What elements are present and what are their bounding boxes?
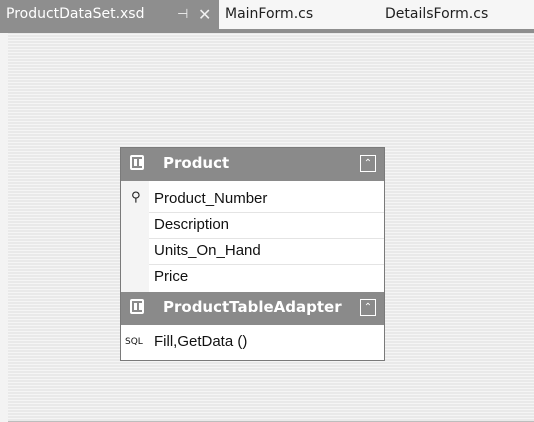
- column-name: Description: [154, 216, 230, 233]
- tab-label: DetailsForm.cs: [385, 6, 489, 22]
- column-name: Product_Number: [154, 190, 268, 207]
- column-price[interactable]: Price: [149, 264, 384, 291]
- datatable-header[interactable]: Product ⌃: [121, 148, 384, 181]
- tab-productdataset[interactable]: ProductDataSet.xsd ⊣ ✕: [0, 0, 219, 29]
- tab-label: ProductDataSet.xsd: [6, 6, 145, 22]
- column-units-on-hand[interactable]: Units_On_Hand: [149, 238, 384, 265]
- pin-icon[interactable]: ⊣: [177, 0, 188, 29]
- document-tab-strip: ProductDataSet.xsd ⊣ ✕ MainForm.cs Detai…: [0, 0, 534, 33]
- tab-detailsform[interactable]: DetailsForm.cs: [385, 0, 488, 29]
- datatable-icon: [130, 155, 144, 170]
- tableadapter-header[interactable]: ProductTableAdapter ⌃: [121, 292, 384, 325]
- datatable-product[interactable]: Product ⌃ ⚲ Product_Number Description U…: [120, 147, 385, 361]
- column-product-number[interactable]: Product_Number: [149, 186, 384, 213]
- tab-label: MainForm.cs: [225, 6, 314, 22]
- collapse-icon[interactable]: ⌃: [360, 299, 376, 316]
- query-fill-getdata[interactable]: SQL Fill,GetData (): [121, 329, 384, 359]
- collapse-icon[interactable]: ⌃: [360, 155, 376, 172]
- tableadapter-title: ProductTableAdapter: [163, 298, 342, 316]
- datatable-title: Product: [163, 154, 230, 172]
- column-description[interactable]: Description: [149, 212, 384, 239]
- close-icon[interactable]: ✕: [198, 0, 211, 29]
- sql-query-icon: SQL: [125, 337, 143, 347]
- column-name: Units_On_Hand: [154, 242, 261, 259]
- query-name: Fill,GetData (): [154, 333, 248, 350]
- column-name: Price: [154, 268, 189, 285]
- tab-mainform[interactable]: MainForm.cs: [225, 0, 313, 29]
- tableadapter-icon: [130, 299, 144, 314]
- primary-key-icon: ⚲: [131, 190, 141, 205]
